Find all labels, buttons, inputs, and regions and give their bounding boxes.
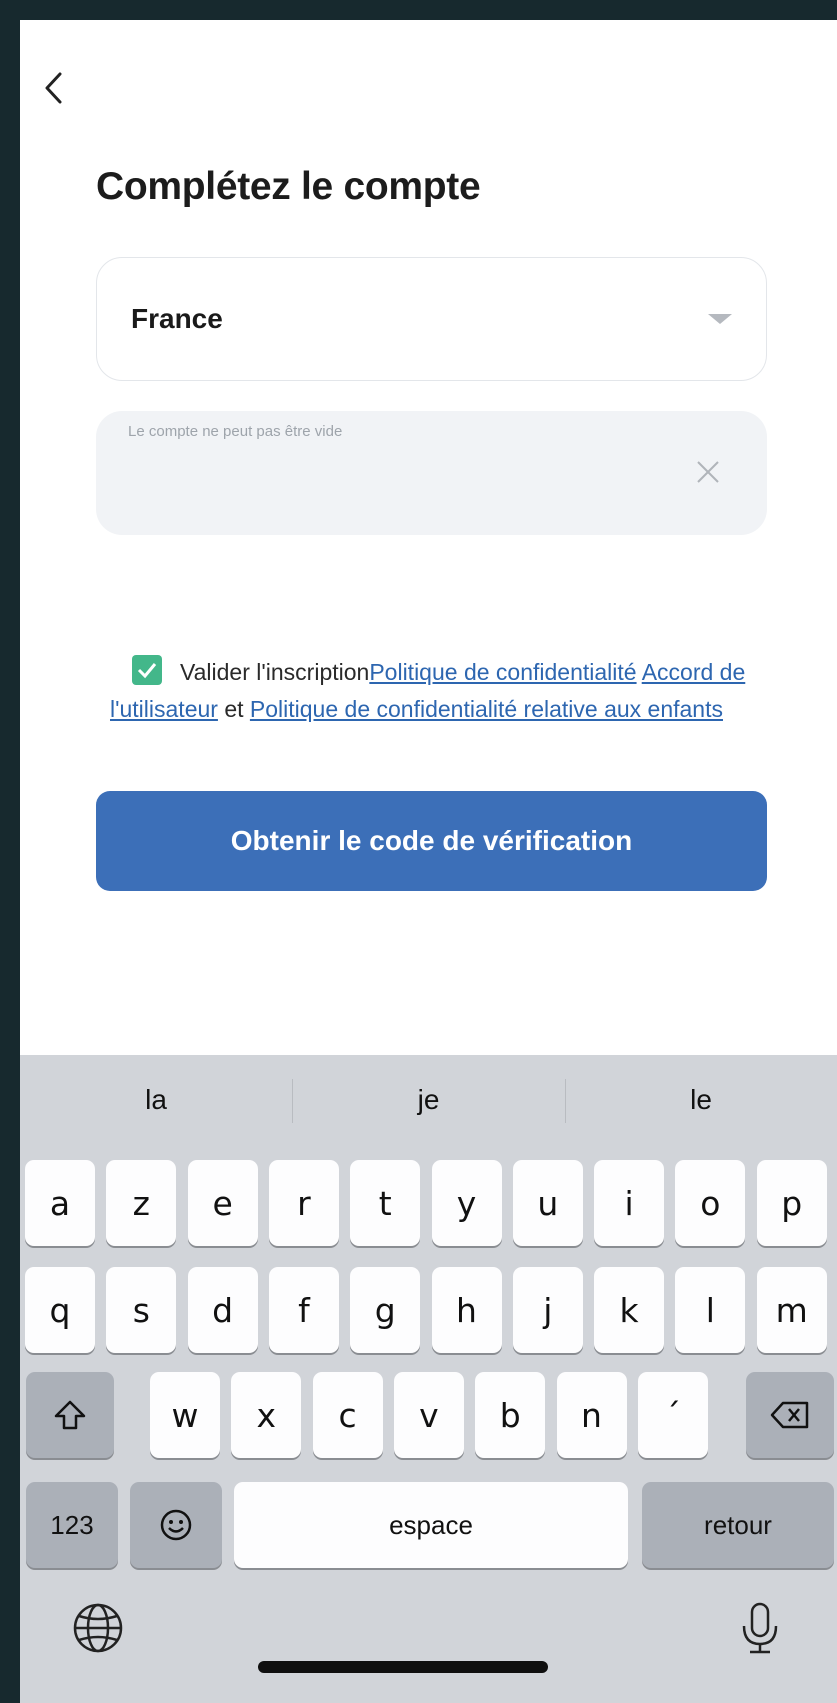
account-field[interactable]: Le compte ne peut pas être vide (96, 411, 767, 535)
app-screen: Complétez le compte France Le compte ne … (20, 20, 837, 1703)
backspace-icon (770, 1401, 809, 1429)
clear-icon[interactable] (693, 457, 723, 487)
home-indicator (258, 1661, 548, 1673)
chevron-left-icon (45, 72, 62, 104)
key-b[interactable]: b (475, 1372, 546, 1458)
privacy-policy-link[interactable]: Politique de confidentialité (369, 659, 636, 685)
key-j[interactable]: j (512, 1267, 583, 1353)
dropdown-caret-icon (708, 314, 732, 324)
key-e[interactable]: e (187, 1160, 258, 1246)
key-z[interactable]: z (106, 1160, 177, 1246)
key-h[interactable]: h (431, 1267, 502, 1353)
key-v[interactable]: v (393, 1372, 464, 1458)
suggestion-2[interactable]: je (292, 1055, 565, 1145)
space-key[interactable]: espace (234, 1482, 628, 1568)
key-w[interactable]: w (150, 1372, 220, 1458)
agreement-checkbox[interactable] (132, 655, 162, 685)
key-a[interactable]: a (25, 1160, 95, 1246)
account-field-hint: Le compte ne peut pas être vide (128, 423, 343, 440)
key-m[interactable]: m (756, 1267, 827, 1353)
back-button[interactable] (42, 58, 82, 118)
key-g[interactable]: g (350, 1267, 421, 1353)
globe-icon[interactable] (70, 1600, 126, 1656)
key-y[interactable]: y (431, 1160, 502, 1246)
key-k[interactable]: k (594, 1267, 665, 1353)
shift-icon (54, 1400, 86, 1430)
key-o[interactable]: o (675, 1160, 746, 1246)
key-s[interactable]: s (106, 1267, 177, 1353)
keyboard: la je le azertyuiop qsdfghjklm w x c v b n ´ 1… (20, 1055, 837, 1703)
agreement-prefix: Valider l'inscription (180, 659, 370, 685)
key-d[interactable]: d (187, 1267, 258, 1353)
return-key[interactable]: retour (642, 1482, 834, 1568)
get-verification-code-button[interactable]: Obtenir le code de vérification (96, 791, 767, 891)
agreement-text: Valider l'inscriptionPolitique de confid… (110, 654, 770, 728)
key-c[interactable]: c (312, 1372, 383, 1458)
checkmark-icon (137, 663, 157, 679)
shift-key[interactable] (26, 1372, 114, 1458)
key-q[interactable]: q (25, 1267, 95, 1353)
numbers-key[interactable]: 123 (26, 1482, 118, 1568)
page-title: Complétez le compte (96, 165, 481, 208)
suggestion-3[interactable]: le (565, 1055, 837, 1145)
key-accent[interactable]: ´ (637, 1372, 708, 1458)
suggestion-bar: la je le (20, 1055, 837, 1145)
backspace-key[interactable] (746, 1372, 834, 1458)
key-f[interactable]: f (268, 1267, 339, 1353)
agreement-conjunction: et (224, 696, 244, 722)
emoji-icon (160, 1509, 192, 1541)
emoji-key[interactable] (130, 1482, 222, 1568)
country-value: France (131, 303, 223, 334)
key-r[interactable]: r (268, 1160, 339, 1246)
suggestion-1[interactable]: la (20, 1055, 292, 1145)
key-x[interactable]: x (231, 1372, 302, 1458)
country-select[interactable]: France (96, 257, 767, 381)
microphone-icon[interactable] (732, 1600, 788, 1656)
key-n[interactable]: n (556, 1372, 627, 1458)
key-l[interactable]: l (675, 1267, 746, 1353)
key-i[interactable]: i (594, 1160, 665, 1246)
key-u[interactable]: u (512, 1160, 583, 1246)
key-t[interactable]: t (350, 1160, 421, 1246)
key-p[interactable]: p (756, 1160, 827, 1246)
children-privacy-link[interactable]: Politique de confidentialité relative au… (250, 696, 723, 722)
account-input[interactable] (128, 455, 668, 511)
